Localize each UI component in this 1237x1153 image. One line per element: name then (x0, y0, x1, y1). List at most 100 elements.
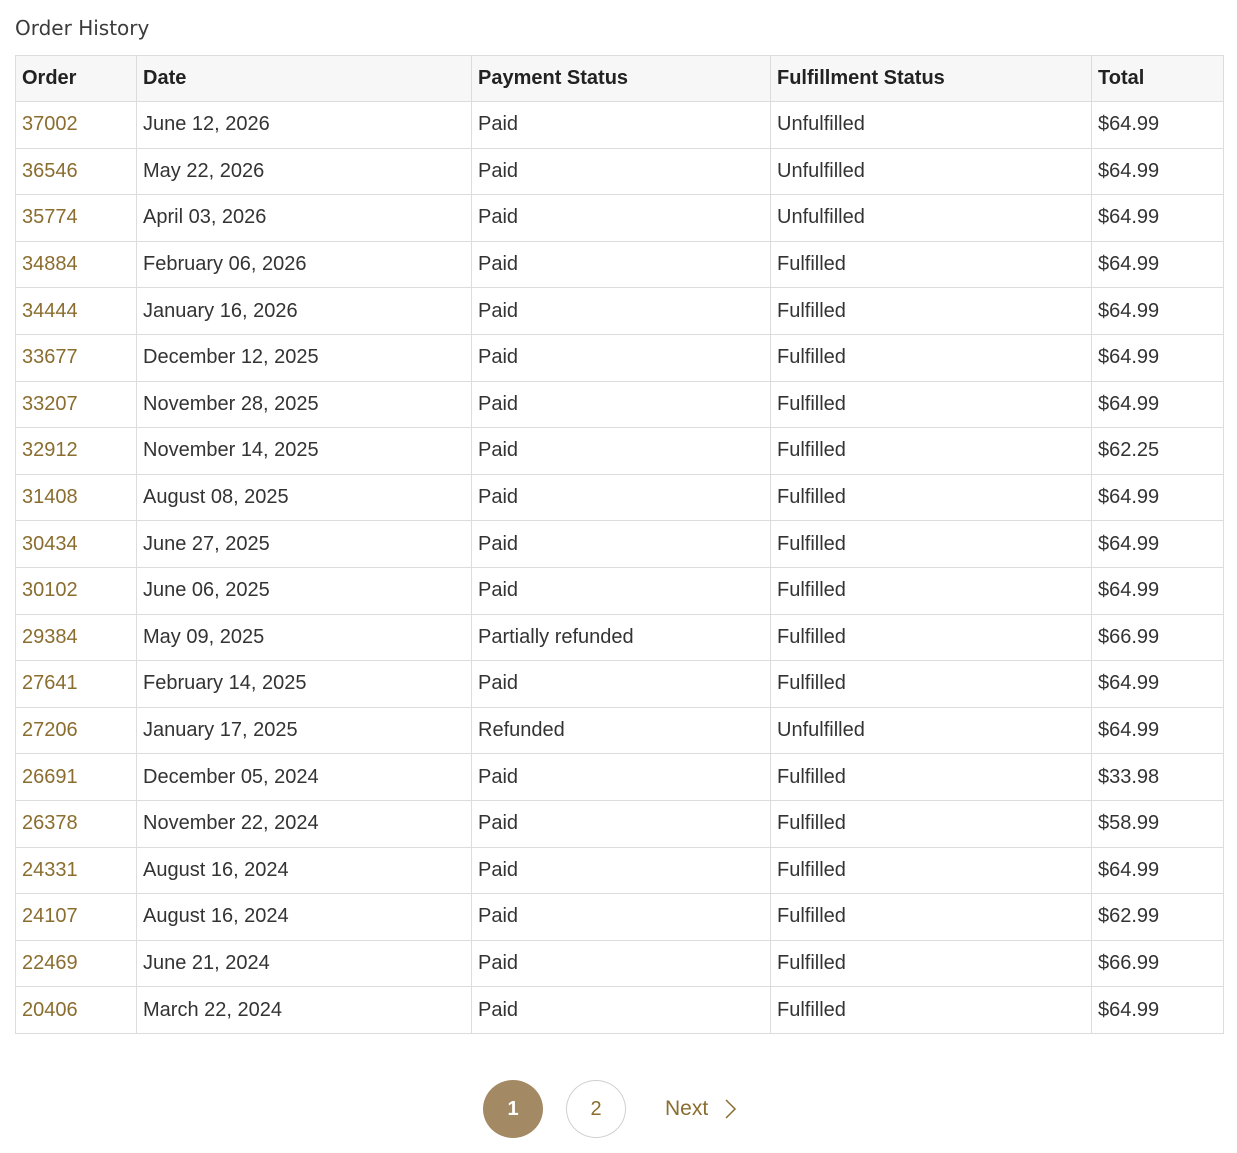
order-number-link[interactable]: 24331 (15, 846, 137, 895)
payment-status-cell: Partially refunded (471, 613, 771, 662)
table-row: 24331 August 16, 2024 Paid Fulfilled $64.99 (15, 846, 1224, 895)
table-row: 24107 August 16, 2024 Paid Fulfilled $62.99 (15, 893, 1224, 941)
order-total-cell: $64.99 (1091, 706, 1224, 755)
fulfillment-status-cell: Fulfilled (770, 427, 1092, 475)
order-number-link[interactable]: 31408 (15, 473, 137, 522)
order-number-link[interactable]: 30102 (15, 566, 137, 615)
table-row: 27206 January 17, 2025 Refunded Unfulfilled… (15, 706, 1224, 755)
payment-status-cell: Paid (471, 893, 771, 941)
order-number-link[interactable]: 22469 (15, 939, 137, 988)
order-total-cell: $64.99 (1091, 194, 1224, 242)
order-number-link[interactable]: 35774 (15, 194, 137, 242)
payment-status-cell: Paid (471, 799, 771, 848)
page-1-button[interactable]: 1 (483, 1080, 543, 1138)
page-2-button[interactable]: 2 (566, 1080, 626, 1138)
order-date-cell: December 05, 2024 (136, 753, 472, 801)
table-row: 26691 December 05, 2024 Paid Fulfilled $33.9… (15, 753, 1224, 801)
order-total-cell: $64.99 (1091, 520, 1224, 568)
table-row: 33677 December 12, 2025 Paid Fulfilled $64.9… (15, 333, 1224, 382)
table-row: 33207 November 28, 2025 Paid Fulfilled $64.9… (15, 380, 1224, 429)
payment-status-cell: Paid (471, 753, 771, 801)
orders-table: Order Date Payment Status Fulfillment St… (15, 55, 1224, 1034)
fulfillment-status-cell: Unfulfilled (770, 147, 1092, 196)
column-header-total: Total (1091, 55, 1224, 102)
order-date-cell: January 17, 2025 (136, 706, 472, 755)
order-date-cell: November 14, 2025 (136, 427, 472, 475)
table-row: 32912 November 14, 2025 Paid Fulfilled $62.2… (15, 427, 1224, 475)
table-row: 37002 June 12, 2026 Paid Unfulfilled $64.99 (15, 101, 1224, 149)
chevron-right-icon (720, 1097, 740, 1121)
order-date-cell: March 22, 2024 (136, 986, 472, 1034)
table-row: 34884 February 06, 2026 Paid Fulfilled $64.9… (15, 240, 1224, 289)
payment-status-cell: Paid (471, 520, 771, 568)
fulfillment-status-cell: Fulfilled (770, 613, 1092, 662)
table-row: 20406 March 22, 2024 Paid Fulfilled $64.99 (15, 986, 1224, 1034)
payment-status-cell: Paid (471, 194, 771, 242)
order-total-cell: $62.99 (1091, 893, 1224, 941)
payment-status-cell: Paid (471, 566, 771, 615)
order-number-link[interactable]: 33677 (15, 333, 137, 382)
order-number-link[interactable]: 36546 (15, 147, 137, 196)
order-number-link[interactable]: 27206 (15, 706, 137, 755)
order-number-link[interactable]: 37002 (15, 101, 137, 149)
fulfillment-status-cell: Fulfilled (770, 380, 1092, 429)
order-number-link[interactable]: 29384 (15, 613, 137, 662)
next-page-link[interactable]: Next (665, 1080, 740, 1138)
table-row: 30102 June 06, 2025 Paid Fulfilled $64.99 (15, 566, 1224, 615)
order-total-cell: $64.99 (1091, 333, 1224, 382)
order-date-cell: August 08, 2025 (136, 473, 472, 522)
table-row: 34444 January 16, 2026 Paid Fulfilled $64.99 (15, 287, 1224, 335)
order-date-cell: February 06, 2026 (136, 240, 472, 289)
fulfillment-status-cell: Fulfilled (770, 893, 1092, 941)
order-number-link[interactable]: 27641 (15, 660, 137, 708)
column-header-order: Order (15, 55, 137, 102)
order-number-link[interactable]: 32912 (15, 427, 137, 475)
fulfillment-status-cell: Fulfilled (770, 660, 1092, 708)
payment-status-cell: Paid (471, 101, 771, 149)
fulfillment-status-cell: Fulfilled (770, 939, 1092, 988)
order-number-link[interactable]: 20406 (15, 986, 137, 1034)
order-number-link[interactable]: 26691 (15, 753, 137, 801)
order-date-cell: December 12, 2025 (136, 333, 472, 382)
table-row: 22469 June 21, 2024 Paid Fulfilled $66.99 (15, 939, 1224, 988)
order-date-cell: June 27, 2025 (136, 520, 472, 568)
order-number-link[interactable]: 33207 (15, 380, 137, 429)
order-total-cell: $64.99 (1091, 660, 1224, 708)
fulfillment-status-cell: Fulfilled (770, 333, 1092, 382)
payment-status-cell: Paid (471, 986, 771, 1034)
order-number-link[interactable]: 26378 (15, 799, 137, 848)
order-date-cell: June 12, 2026 (136, 101, 472, 149)
table-row: 35774 April 03, 2026 Paid Unfulfilled $64.99 (15, 194, 1224, 242)
order-total-cell: $64.99 (1091, 566, 1224, 615)
order-number-link[interactable]: 34444 (15, 287, 137, 335)
payment-status-cell: Refunded (471, 706, 771, 755)
order-number-link[interactable]: 24107 (15, 893, 137, 941)
order-number-link[interactable]: 30434 (15, 520, 137, 568)
payment-status-cell: Paid (471, 287, 771, 335)
payment-status-cell: Paid (471, 380, 771, 429)
order-date-cell: August 16, 2024 (136, 893, 472, 941)
table-row: 29384 May 09, 2025 Partially refunded Fulfi… (15, 613, 1224, 662)
payment-status-cell: Paid (471, 660, 771, 708)
fulfillment-status-cell: Fulfilled (770, 473, 1092, 522)
fulfillment-status-cell: Fulfilled (770, 799, 1092, 848)
orders-table-header: Order Date Payment Status Fulfillment St… (15, 55, 1224, 102)
order-date-cell: June 06, 2025 (136, 566, 472, 615)
order-total-cell: $66.99 (1091, 939, 1224, 988)
table-row: 36546 May 22, 2026 Paid Unfulfilled $64.99 (15, 147, 1224, 196)
fulfillment-status-cell: Fulfilled (770, 986, 1092, 1034)
order-total-cell: $64.99 (1091, 287, 1224, 335)
order-total-cell: $64.99 (1091, 240, 1224, 289)
order-date-cell: January 16, 2026 (136, 287, 472, 335)
order-total-cell: $64.99 (1091, 147, 1224, 196)
payment-status-cell: Paid (471, 147, 771, 196)
order-date-cell: November 22, 2024 (136, 799, 472, 848)
order-total-cell: $33.98 (1091, 753, 1224, 801)
payment-status-cell: Paid (471, 939, 771, 988)
order-number-link[interactable]: 34884 (15, 240, 137, 289)
order-total-cell: $66.99 (1091, 613, 1224, 662)
fulfillment-status-cell: Fulfilled (770, 240, 1092, 289)
order-total-cell: $62.25 (1091, 427, 1224, 475)
column-header-fulfillment-status: Fulfillment Status (770, 55, 1092, 102)
order-date-cell: April 03, 2026 (136, 194, 472, 242)
